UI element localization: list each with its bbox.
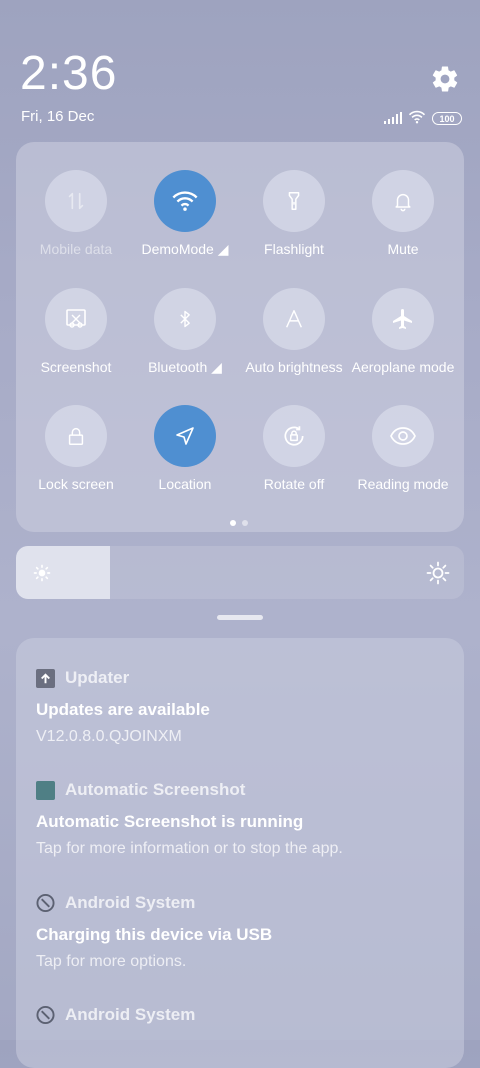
auto-brightness-icon — [263, 288, 325, 350]
tile-mobile-data[interactable]: Mobile data — [20, 170, 132, 257]
status-icons: 100 — [384, 109, 462, 128]
tile-lock-screen[interactable]: Lock screen — [20, 405, 132, 492]
wifi-status-icon — [408, 109, 426, 128]
settings-gear-icon[interactable] — [430, 64, 460, 94]
notification-app-name: Android System — [65, 893, 196, 912]
screenshot-icon — [45, 288, 107, 350]
tile-label: Flashlight — [264, 241, 324, 257]
signal-icon — [384, 109, 402, 128]
tile-mute[interactable]: Mute — [347, 170, 459, 257]
tile-label: Lock screen — [38, 476, 114, 492]
battery-icon: 100 — [432, 112, 462, 125]
tile-auto-brightness[interactable]: Auto brightness — [238, 288, 350, 375]
tile-screenshot[interactable]: Screenshot — [20, 288, 132, 375]
notification-android-system-usb[interactable]: Android System Charging this device via … — [36, 893, 444, 971]
page-dot — [242, 520, 248, 526]
bell-icon — [372, 170, 434, 232]
android-system-icon — [36, 1005, 55, 1025]
page-dot-active — [230, 520, 236, 526]
date: Fri, 16 Dec — [21, 108, 95, 125]
tile-rotate-off[interactable]: Rotate off — [238, 405, 350, 492]
mobile-data-icon — [45, 170, 107, 232]
expand-triangle-icon: ◢ — [211, 359, 222, 375]
tile-label: Aeroplane mode — [351, 359, 455, 375]
screenshot-app-icon — [36, 780, 55, 800]
brightness-slider[interactable] — [16, 546, 464, 599]
tile-aeroplane-mode[interactable]: Aeroplane mode — [347, 288, 459, 375]
notification-app-name: Automatic Screenshot — [65, 780, 246, 799]
brightness-high-icon — [426, 561, 450, 589]
bluetooth-icon — [154, 288, 216, 350]
rotate-lock-icon — [263, 405, 325, 467]
notification-body: Tap for more options. — [36, 953, 187, 970]
notification-android-system[interactable]: Android System — [36, 1005, 444, 1025]
notification-body: V12.0.8.0.QJOINXM — [36, 728, 182, 745]
expand-triangle-icon: ◢ — [217, 241, 229, 257]
brightness-low-icon — [32, 563, 52, 587]
tile-label: Auto brightness — [245, 359, 343, 375]
notification-app-name: Android System — [65, 1005, 196, 1024]
tile-label: Rotate off — [263, 476, 325, 492]
tile-location[interactable]: Location — [129, 405, 241, 492]
page-indicator — [230, 520, 248, 526]
notification-title: Automatic Screenshot is running — [36, 812, 304, 831]
flashlight-icon — [263, 170, 325, 232]
tile-reading-mode[interactable]: Reading mode — [347, 405, 459, 492]
tile-label: Location — [158, 476, 212, 492]
tile-bluetooth[interactable]: Bluetooth ◢ — [129, 288, 241, 376]
tile-label: Bluetooth ◢ — [148, 359, 222, 375]
tile-label: Mobile data — [39, 241, 113, 257]
tile-label: Screenshot — [40, 359, 112, 375]
brightness-fill — [16, 546, 111, 599]
tile-flashlight[interactable]: Flashlight — [238, 170, 350, 257]
android-system-icon — [36, 893, 55, 913]
tile-label: DemoMode ◢ — [141, 241, 229, 257]
notification-app-name: Updater — [65, 668, 130, 687]
airplane-icon — [372, 288, 434, 350]
notification-updater[interactable]: Updater Updates are available V12.0.8.0.… — [36, 668, 444, 746]
eye-icon — [372, 405, 434, 467]
notification-title: Charging this device via USB — [36, 925, 273, 944]
location-icon — [154, 405, 216, 467]
quick-settings-panel: Mobile data DemoMode ◢ Flashlight Mute S… — [16, 142, 464, 532]
clock: 2:36 — [20, 47, 118, 100]
tile-label: Reading mode — [357, 476, 449, 492]
drag-handle[interactable] — [217, 615, 263, 620]
notification-title: Updates are available — [36, 700, 210, 719]
notification-automatic-screenshot[interactable]: Automatic Screenshot Automatic Screensho… — [36, 780, 444, 858]
tile-demomode[interactable]: DemoMode ◢ — [129, 170, 241, 258]
updater-icon — [36, 668, 55, 688]
wifi-icon — [154, 170, 216, 232]
tile-label: Mute — [387, 241, 419, 257]
notification-panel: Updater Updates are available V12.0.8.0.… — [16, 638, 464, 1068]
lock-icon — [45, 405, 107, 467]
notification-body: Tap for more information or to stop the … — [36, 840, 343, 857]
